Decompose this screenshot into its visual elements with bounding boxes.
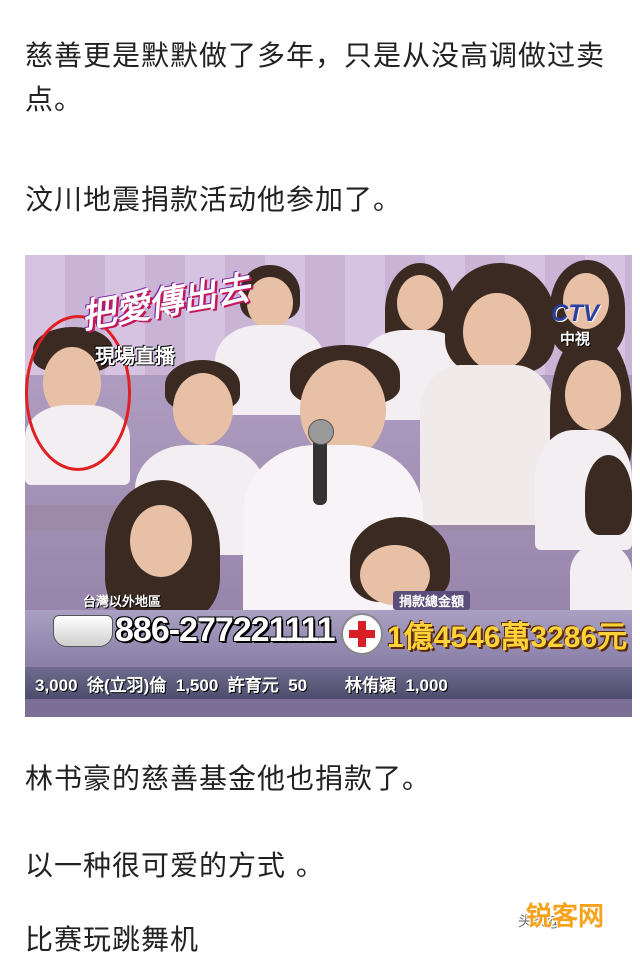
- bottom-strip: [25, 699, 632, 717]
- article-paragraph: 慈善更是默默做了多年，只是从没高调做过卖点。: [25, 39, 606, 116]
- microphone: [308, 419, 334, 505]
- channel-name: 中視: [559, 330, 590, 348]
- live-badge: 現場直播: [95, 344, 175, 368]
- phone-icon: [53, 615, 113, 647]
- total-donation-amount: 1億4546萬3286元: [387, 621, 628, 654]
- watermark-site: 锐客网: [526, 902, 605, 932]
- hotline-label: 台灣以外地區: [83, 595, 162, 610]
- article-paragraph: 汶川地震捐款活动他参加了。: [25, 183, 403, 216]
- highlight-circle: [25, 315, 131, 471]
- total-donation-label: 捐款總金額: [393, 591, 471, 610]
- channel-logo: CTV 中視: [540, 300, 610, 349]
- tv-screenshot-image: 把愛傳出去 現場直播 CTV 中視 台灣以外地區 886-277221111 捐…: [25, 255, 632, 717]
- donor-ticker-text: 3,000 徐(立羽)倫 1,500 許育元 50 林侑潁 1,000: [35, 676, 448, 695]
- red-cross-icon: [341, 613, 383, 655]
- article-paragraph: 林书豪的慈善基金他也捐款了。: [25, 762, 432, 795]
- article-paragraph: 以一种很可爱的方式 。: [25, 849, 325, 882]
- channel-logo-mark: CTV: [551, 300, 599, 327]
- hotline-number: 886-277221111: [115, 611, 336, 649]
